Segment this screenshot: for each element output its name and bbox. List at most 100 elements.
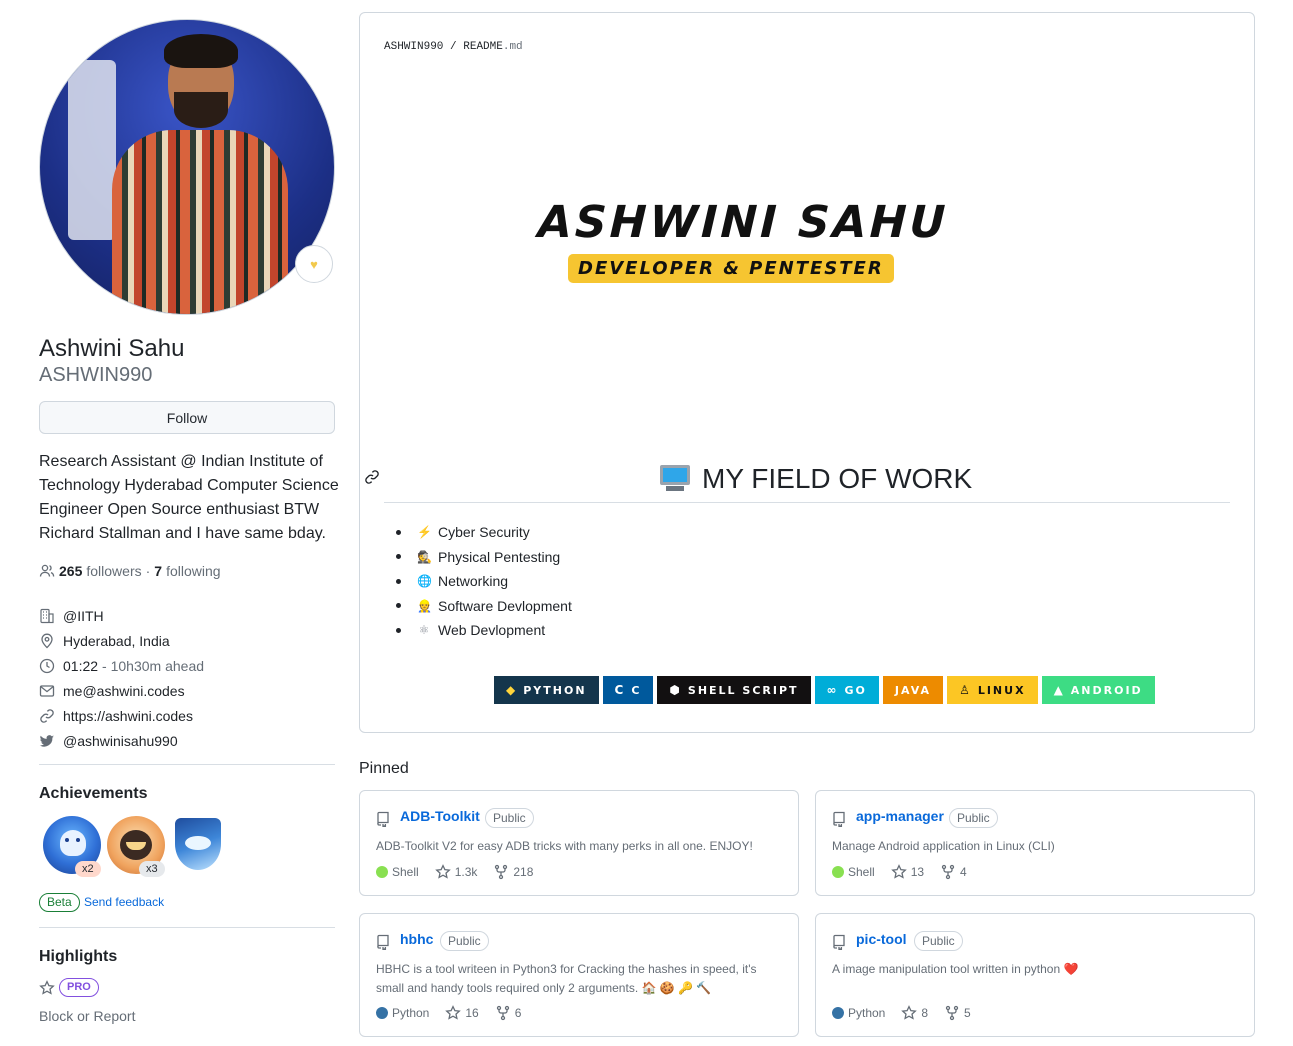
repo-description: A image manipulation tool written in pyt… — [832, 962, 1079, 976]
stars-link[interactable]: 13 — [890, 864, 925, 880]
worker-icon: 👷 — [417, 598, 432, 613]
email-link[interactable]: me@ashwini.codes — [63, 683, 185, 699]
computer-icon — [660, 465, 690, 493]
pinned-repo-card: app-manager Public Manage Android applic… — [815, 790, 1255, 896]
stars-link[interactable]: 8 — [901, 1005, 928, 1021]
heading-rule — [384, 502, 1230, 503]
crumb-ext[interactable]: .md — [503, 41, 523, 53]
field-title-text: MY FIELD OF WORK — [702, 463, 973, 494]
people-icon — [39, 563, 55, 579]
badge-python[interactable]: ◆ PYTHON — [494, 676, 599, 704]
forks-link[interactable]: 218 — [493, 864, 533, 880]
repo-language: Shell — [848, 865, 875, 879]
badge-android[interactable]: ▲ ANDROID — [1041, 676, 1155, 704]
repo-icon — [832, 934, 846, 952]
stats-separator: · — [145, 563, 151, 579]
field-label: Cyber Security — [438, 524, 530, 541]
link-icon — [39, 708, 55, 724]
location-pin-icon — [39, 633, 55, 649]
status-heart-icon[interactable]: ♥ — [295, 245, 333, 283]
forks-link[interactable]: 5 — [944, 1005, 971, 1021]
fork-count: 218 — [513, 865, 534, 879]
send-feedback-link[interactable]: Send feedback — [84, 894, 164, 911]
field-label: Physical Pentesting — [438, 548, 561, 565]
field-label: Software Devlopment — [438, 597, 572, 614]
block-or-report-link[interactable]: Block or Report — [39, 1008, 135, 1024]
star-icon — [39, 979, 55, 996]
crumb-file[interactable]: README — [463, 41, 503, 53]
following-label[interactable]: following — [166, 563, 220, 579]
follow-button[interactable]: Follow — [39, 401, 335, 434]
repo-name-link[interactable]: app-manager — [856, 808, 944, 824]
go-icon: ∞ — [826, 683, 839, 697]
repo-language: Python — [392, 1006, 430, 1020]
org-link[interactable]: @IITH — [63, 608, 104, 624]
badge-java[interactable]: JAVA — [882, 676, 944, 704]
profile-name: Ashwini Sahu — [39, 335, 185, 362]
list-item: ⚛ Web Devlopment — [396, 618, 572, 643]
visibility-badge: Public — [485, 808, 534, 828]
badge-go[interactable]: ∞ GO — [814, 676, 879, 704]
star-count: 16 — [465, 1006, 479, 1020]
field-label: Networking — [438, 573, 509, 590]
followers-count[interactable]: 265 — [59, 563, 82, 579]
badge-label: ANDROID — [1070, 683, 1143, 697]
profile-login: ASHWIN990 — [39, 364, 153, 386]
org-row: @IITH — [39, 603, 204, 628]
website-link[interactable]: https://ashwini.codes — [63, 708, 193, 724]
star-icon — [890, 864, 907, 879]
repo-name-link[interactable]: ADB-Toolkit — [400, 808, 480, 824]
badge-c[interactable]: CC — [602, 676, 654, 704]
achievement-count: x3 — [139, 861, 165, 877]
visibility-badge: Public — [914, 931, 963, 951]
organization-icon — [39, 608, 55, 624]
readme-banner: ASHWINI SAHU DEVELOPER & PENTESTER — [537, 197, 949, 283]
forks-link[interactable]: 4 — [940, 864, 967, 880]
pinned-repo-card: ADB-Toolkit Public ADB-Toolkit V2 for ea… — [359, 790, 799, 896]
language-color-dot — [832, 866, 844, 878]
followers-label[interactable]: followers — [86, 563, 141, 579]
beta-label: Beta — [39, 893, 80, 912]
repo-description: HBHC is a tool writeen in Python3 for Cr… — [376, 962, 757, 995]
repo-name-link[interactable]: hbhc — [400, 931, 433, 947]
field-list: ⚡ Cyber Security 🕵 Physical Pentesting 🌐 Ne… — [396, 520, 572, 643]
lightning-icon: ⚡ — [417, 525, 432, 540]
badge-label: GO — [844, 683, 867, 697]
forks-link[interactable]: 6 — [495, 1005, 522, 1021]
stars-link[interactable]: 1.3k — [434, 864, 477, 880]
achievements-title[interactable]: Achievements — [39, 785, 148, 803]
field-label: Web Devlopment — [438, 622, 546, 639]
time-row: 01:22 - 10h30m ahead — [39, 653, 204, 678]
pinned-repo-card: hbhc Public HBHC is a tool writeen in Py… — [359, 913, 799, 1037]
tech-badges: ◆ PYTHON CC ⬢ SHELL SCRIPT ∞ GO JAVA ♙ LINUX… — [494, 676, 1155, 704]
star-count: 13 — [910, 865, 925, 879]
repo-name-link[interactable]: pic-tool — [856, 931, 907, 947]
fork-count: 5 — [964, 1006, 971, 1020]
star-icon — [901, 1005, 918, 1020]
pro-badge: PRO — [59, 978, 99, 997]
local-time: 01:22 — [63, 657, 99, 674]
list-item: 🌐 Networking — [396, 569, 572, 594]
list-item: 🕵 Physical Pentesting — [396, 545, 572, 570]
twitter-link[interactable]: @ashwinisahu990 — [63, 733, 178, 749]
language-color-dot — [832, 1007, 844, 1019]
c-icon: C — [614, 683, 626, 697]
fork-count: 6 — [514, 1006, 522, 1020]
repo-description: Manage Android application in Linux (CLI… — [832, 839, 1055, 853]
crumb-user[interactable]: ASHWIN990 — [384, 41, 443, 53]
badge-shell[interactable]: ⬢ SHELL SCRIPT — [657, 676, 811, 704]
following-count[interactable]: 7 — [154, 563, 162, 579]
star-icon — [445, 1005, 462, 1020]
badge-linux[interactable]: ♙ LINUX — [947, 676, 1038, 704]
linux-icon: ♙ — [959, 683, 972, 697]
repo-icon — [832, 811, 846, 829]
arctic-badge-icon[interactable] — [175, 818, 221, 870]
email-row: me@ashwini.codes — [39, 678, 204, 703]
crumb-separator: / — [450, 41, 457, 53]
list-item: ⚡ Cyber Security — [396, 520, 572, 545]
avatar[interactable] — [39, 19, 335, 315]
heading-anchor-link-icon[interactable] — [364, 469, 380, 490]
readme-breadcrumb: ASHWIN990 / README.md — [384, 41, 523, 53]
stars-link[interactable]: 16 — [445, 1005, 479, 1021]
pinned-title: Pinned — [359, 760, 409, 777]
